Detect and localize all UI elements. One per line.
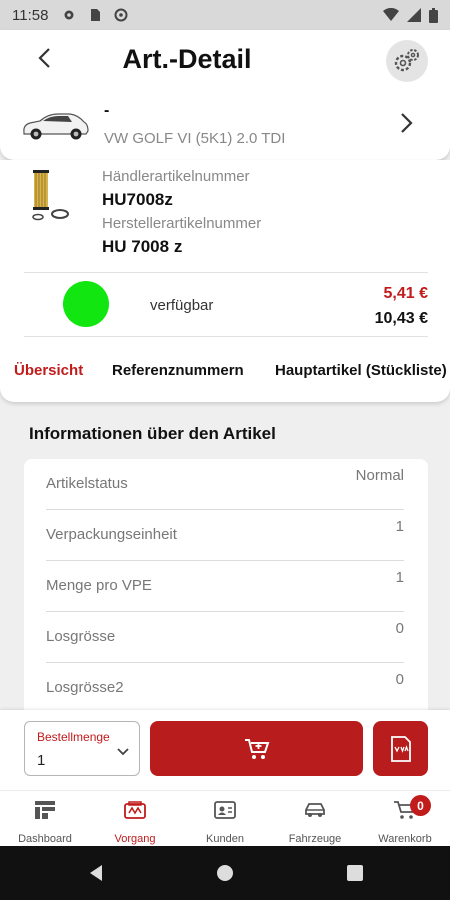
oil-filter-image [32,170,69,221]
info-key: Menge pro VPE [46,577,152,594]
kva-button[interactable] [373,721,428,776]
back-triangle-icon[interactable] [86,863,106,883]
add-to-cart-button[interactable] [150,721,363,776]
nav-vehicles[interactable]: Fahrzeuge [270,797,360,847]
car-image-icon [23,113,89,140]
info-row: Menge pro VPE 1 [24,561,428,612]
header-card: Art.-Detail - VW GOLF VI (5K1) 2.0 TDI [0,30,450,160]
info-value: 1 [395,569,404,586]
cell-signal-icon [407,8,421,22]
price-net: 5,41 € [383,285,428,302]
cart-badge: 0 [410,795,431,816]
system-navigation-bar [0,846,450,900]
chevron-down-icon [117,748,129,756]
quantity-select[interactable]: Bestellmenge 1 [24,721,140,776]
nav-cart[interactable]: 0 Warenkorb [360,795,450,847]
article-card: Händlerartikelnummer HU7008z Herstellera… [0,160,450,402]
info-key: Verpackungseinheit [46,526,177,543]
nav-process[interactable]: Vorgang [90,797,180,847]
battery-icon [429,7,438,23]
divider [24,272,428,273]
quantity-label: Bestellmenge [37,730,110,744]
dashboard-icon [35,801,55,819]
status-bar: 11:58 [0,0,450,30]
kva-document-icon [390,735,411,762]
cart-plus-icon [244,738,269,759]
wifi-icon [383,8,399,21]
vehicle-line: - [104,102,110,119]
quantity-value: 1 [37,752,46,769]
recents-square-icon[interactable] [345,863,365,883]
manufacturer-number-label: Herstellerartikelnummer [102,215,262,232]
nav-label: Warenkorb [378,833,432,845]
info-section-title: Informationen über den Artikel [29,424,276,443]
dealer-number-label: Händlerartikelnummer [102,168,250,185]
bottom-navigation: Dashboard Vorgang Kunden Fahrzeuge 0 War… [0,790,450,846]
sim-card-icon [91,9,101,21]
nav-label: Kunden [206,833,244,845]
divider [24,336,428,337]
nav-label: Vorgang [114,833,156,845]
vehicle-model: VW GOLF VI (5K1) 2.0 TDI [104,130,286,147]
page-title: Art.-Detail [122,44,252,74]
tab-reference-numbers[interactable]: Referenznummern [112,362,244,379]
settings-status-icon [64,10,74,20]
home-circle-icon[interactable] [215,863,235,883]
info-row: Losgrösse 0 [24,612,428,663]
order-action-bar: Bestellmenge 1 [0,710,450,790]
settings-button[interactable] [386,40,428,82]
info-row: Verpackungseinheit 1 [24,510,428,561]
nav-dashboard[interactable]: Dashboard [0,797,90,847]
info-key: Losgrösse2 [46,679,124,696]
availability-text: verfügbar [150,297,214,314]
manufacturer-number: HU 7008 z [102,237,183,256]
info-card: Artikelstatus Normal Verpackungseinheit … [24,459,428,711]
vehicle-selector[interactable]: - VW GOLF VI (5K1) 2.0 TDI [0,96,450,156]
process-icon [124,801,146,819]
nav-label: Fahrzeuge [288,833,342,845]
gears-icon [394,49,419,72]
customers-icon [214,801,236,819]
info-row: Artikelstatus Normal [24,459,428,510]
tab-overview[interactable]: Übersicht [14,362,83,379]
vehicles-icon [305,803,325,817]
info-key: Losgrösse [46,628,116,645]
info-value: 0 [395,671,404,688]
info-value: 1 [395,518,404,535]
tab-main-article[interactable]: Hauptartikel (Stückliste) [275,362,447,379]
info-value: 0 [395,620,404,637]
dealer-number: HU7008z [102,190,173,209]
info-key: Artikelstatus [46,475,128,492]
nav-customers[interactable]: Kunden [180,797,270,847]
info-row: Losgrösse2 0 [24,663,428,711]
availability-indicator [63,281,109,327]
status-time: 11:58 [12,6,49,24]
nav-label: Dashboard [18,833,72,845]
info-value: Normal [355,467,404,484]
chevron-right-icon [401,113,413,133]
sync-status-icon [114,8,128,22]
price-gross: 10,43 € [374,310,428,327]
